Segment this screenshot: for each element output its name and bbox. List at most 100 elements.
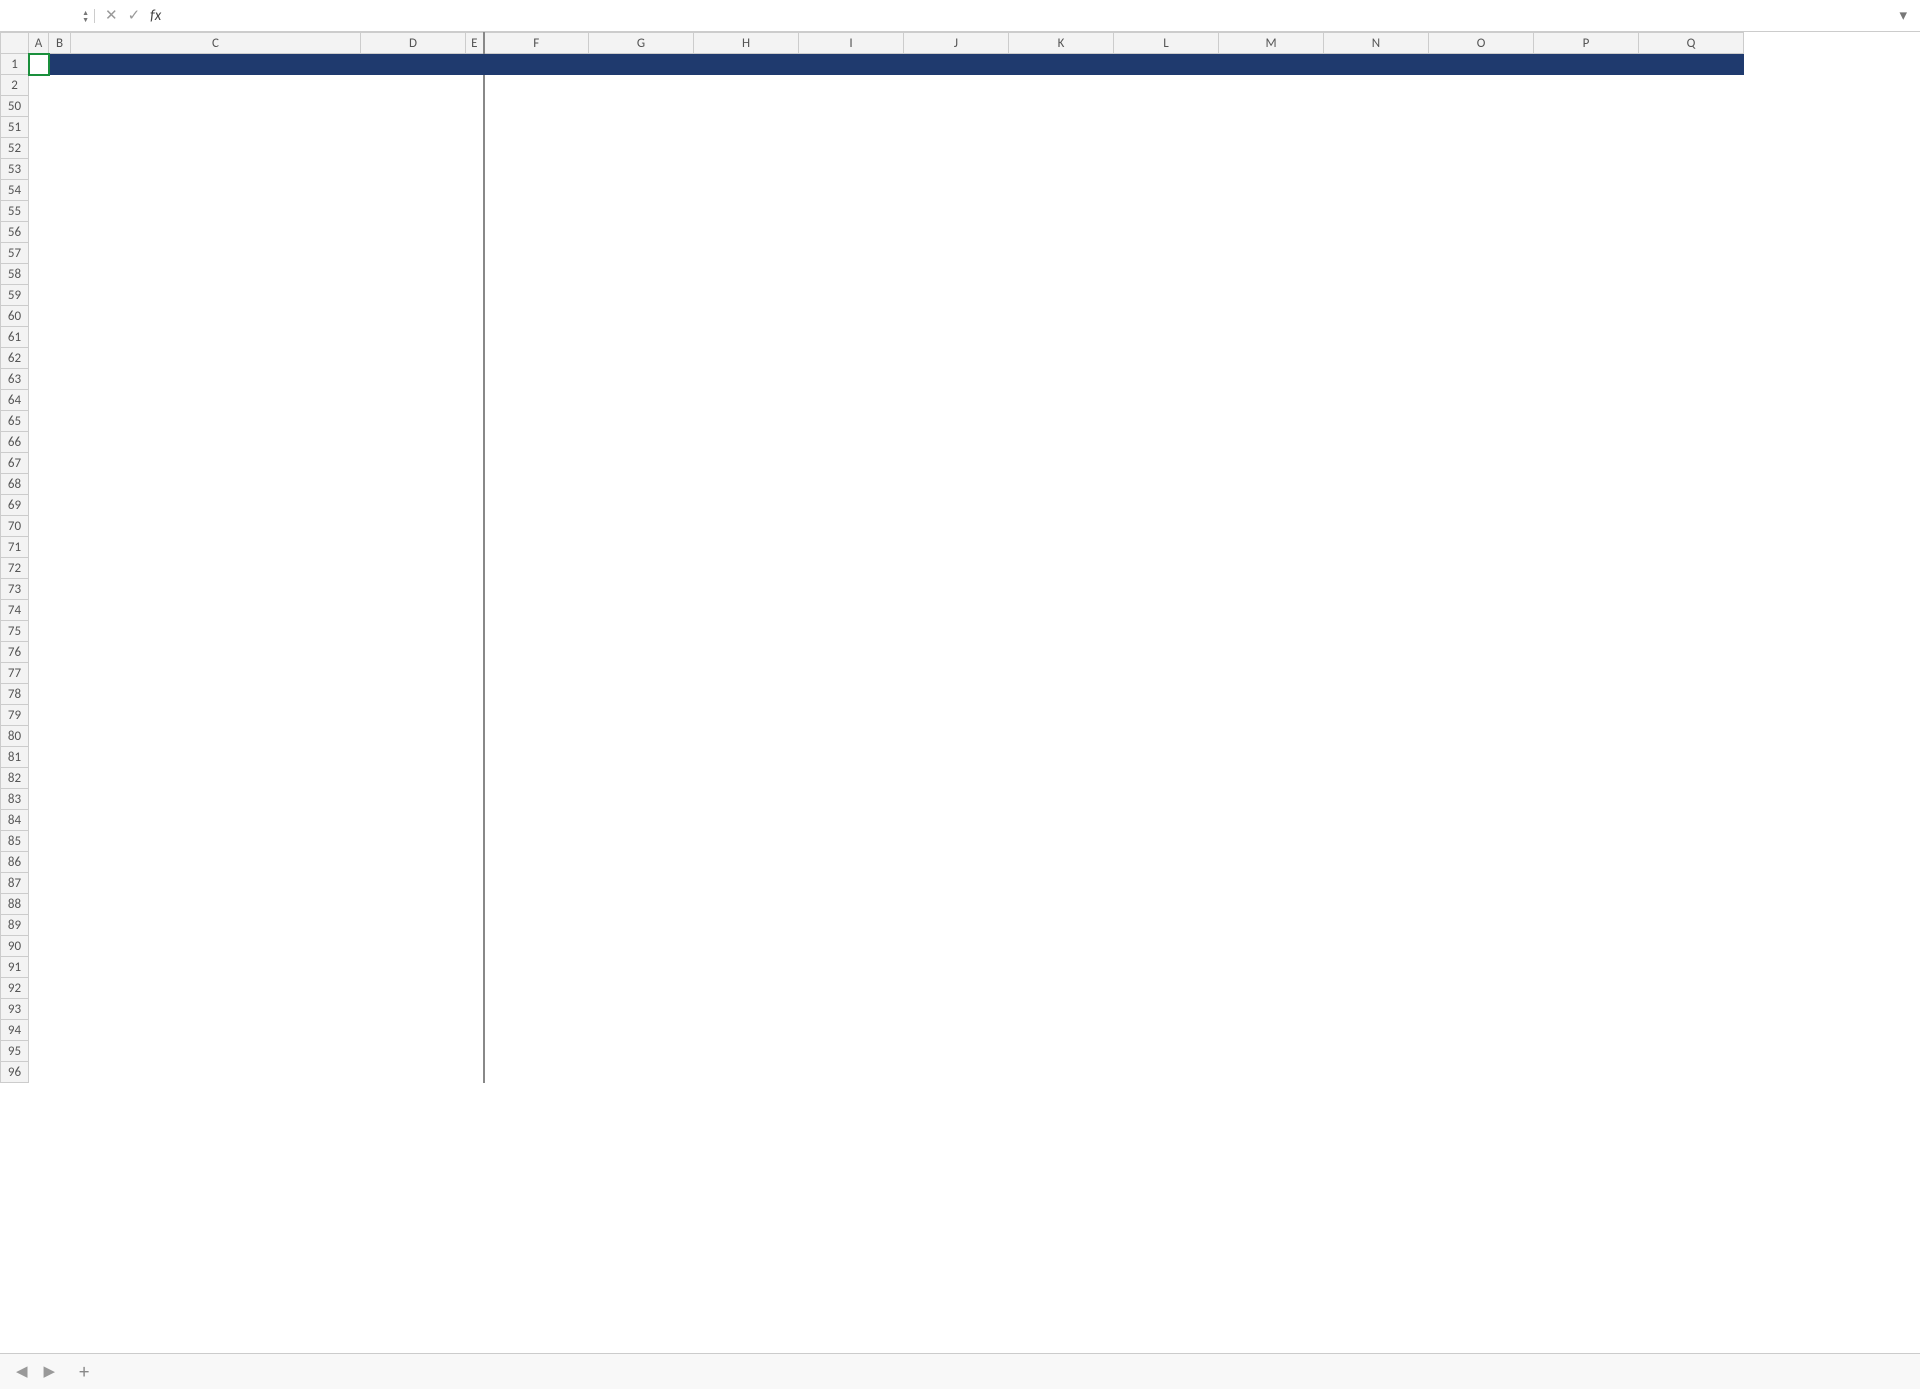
cell[interactable]: [1639, 75, 1744, 96]
cell[interactable]: [49, 369, 71, 390]
cell[interactable]: [1534, 600, 1639, 621]
cell[interactable]: [799, 495, 904, 516]
cell[interactable]: [1219, 600, 1324, 621]
cell[interactable]: [29, 432, 49, 453]
cell[interactable]: [799, 201, 904, 222]
cell[interactable]: [904, 663, 1009, 684]
column-headers[interactable]: ABCDEFGHIJKLMNOPQ: [1, 33, 1801, 54]
cell[interactable]: [71, 75, 361, 96]
cell[interactable]: [1639, 747, 1744, 768]
cell[interactable]: [1219, 936, 1324, 957]
cell[interactable]: [1009, 411, 1114, 432]
cell[interactable]: [1219, 663, 1324, 684]
cell[interactable]: [1639, 495, 1744, 516]
cell[interactable]: [71, 621, 361, 642]
cell[interactable]: [1534, 327, 1639, 348]
cell[interactable]: [1114, 999, 1219, 1020]
cell[interactable]: [1009, 369, 1114, 390]
cell[interactable]: [1114, 684, 1219, 705]
cell[interactable]: [1324, 264, 1429, 285]
cell[interactable]: [1009, 915, 1114, 936]
cell[interactable]: [1114, 537, 1219, 558]
cell[interactable]: [466, 642, 484, 663]
cell[interactable]: [1324, 411, 1429, 432]
cell[interactable]: [49, 978, 71, 999]
cell[interactable]: [484, 852, 589, 873]
cell[interactable]: [466, 852, 484, 873]
cell[interactable]: [1534, 369, 1639, 390]
cell[interactable]: [29, 516, 49, 537]
cell[interactable]: [466, 789, 484, 810]
cell[interactable]: [484, 747, 589, 768]
row-header[interactable]: 83: [1, 789, 29, 810]
cell[interactable]: [466, 747, 484, 768]
cell[interactable]: [1534, 180, 1639, 201]
cell[interactable]: [1324, 495, 1429, 516]
cell[interactable]: [1429, 453, 1534, 474]
cell[interactable]: [1114, 516, 1219, 537]
cell[interactable]: [1324, 663, 1429, 684]
cell[interactable]: [1324, 138, 1429, 159]
cell[interactable]: [589, 621, 694, 642]
cell[interactable]: [799, 600, 904, 621]
add-sheet-button[interactable]: +: [69, 1360, 99, 1384]
cell[interactable]: [589, 537, 694, 558]
cell[interactable]: [71, 243, 361, 264]
cell[interactable]: [904, 621, 1009, 642]
cell[interactable]: [1219, 96, 1324, 117]
cell[interactable]: [466, 138, 484, 159]
cell[interactable]: [49, 621, 71, 642]
cell[interactable]: [1009, 600, 1114, 621]
cell[interactable]: [71, 957, 361, 978]
row-header[interactable]: 86: [1, 852, 29, 873]
cell[interactable]: [1324, 453, 1429, 474]
cell[interactable]: [589, 978, 694, 999]
cell[interactable]: [1219, 117, 1324, 138]
cell[interactable]: [799, 75, 904, 96]
cell[interactable]: [49, 264, 71, 285]
column-header[interactable]: C: [71, 33, 361, 54]
cell[interactable]: [1534, 159, 1639, 180]
name-box-stepper-icon[interactable]: ▲▼: [82, 9, 89, 23]
cell[interactable]: [799, 285, 904, 306]
cell[interactable]: [589, 768, 694, 789]
cell[interactable]: [589, 474, 694, 495]
cell[interactable]: [1429, 684, 1534, 705]
cell[interactable]: [904, 159, 1009, 180]
cell[interactable]: [1114, 852, 1219, 873]
cell[interactable]: [1219, 579, 1324, 600]
cell[interactable]: [589, 222, 694, 243]
cell[interactable]: [1324, 306, 1429, 327]
cell[interactable]: [29, 453, 49, 474]
cell[interactable]: [1324, 348, 1429, 369]
cell[interactable]: [29, 243, 49, 264]
cell[interactable]: [466, 1062, 484, 1083]
cell[interactable]: [1324, 327, 1429, 348]
cell[interactable]: [694, 264, 799, 285]
cell[interactable]: [1324, 747, 1429, 768]
cell[interactable]: [1114, 201, 1219, 222]
cell[interactable]: [71, 159, 361, 180]
cell[interactable]: [484, 558, 589, 579]
cell[interactable]: [361, 117, 466, 138]
cell[interactable]: [589, 831, 694, 852]
cell[interactable]: [1429, 873, 1534, 894]
cell[interactable]: [904, 642, 1009, 663]
cell[interactable]: [361, 138, 466, 159]
cell[interactable]: [71, 852, 361, 873]
cell[interactable]: [361, 411, 466, 432]
cell[interactable]: [484, 579, 589, 600]
cell[interactable]: [484, 1020, 589, 1041]
cell[interactable]: [1429, 600, 1534, 621]
cell[interactable]: [49, 306, 71, 327]
cell[interactable]: [49, 75, 71, 96]
cell[interactable]: [1219, 222, 1324, 243]
cell[interactable]: [1429, 369, 1534, 390]
cell[interactable]: [1429, 705, 1534, 726]
cell[interactable]: [799, 663, 904, 684]
cell[interactable]: [694, 432, 799, 453]
cell[interactable]: [1639, 201, 1744, 222]
cell[interactable]: [466, 348, 484, 369]
cell[interactable]: [1009, 957, 1114, 978]
cell[interactable]: [466, 978, 484, 999]
